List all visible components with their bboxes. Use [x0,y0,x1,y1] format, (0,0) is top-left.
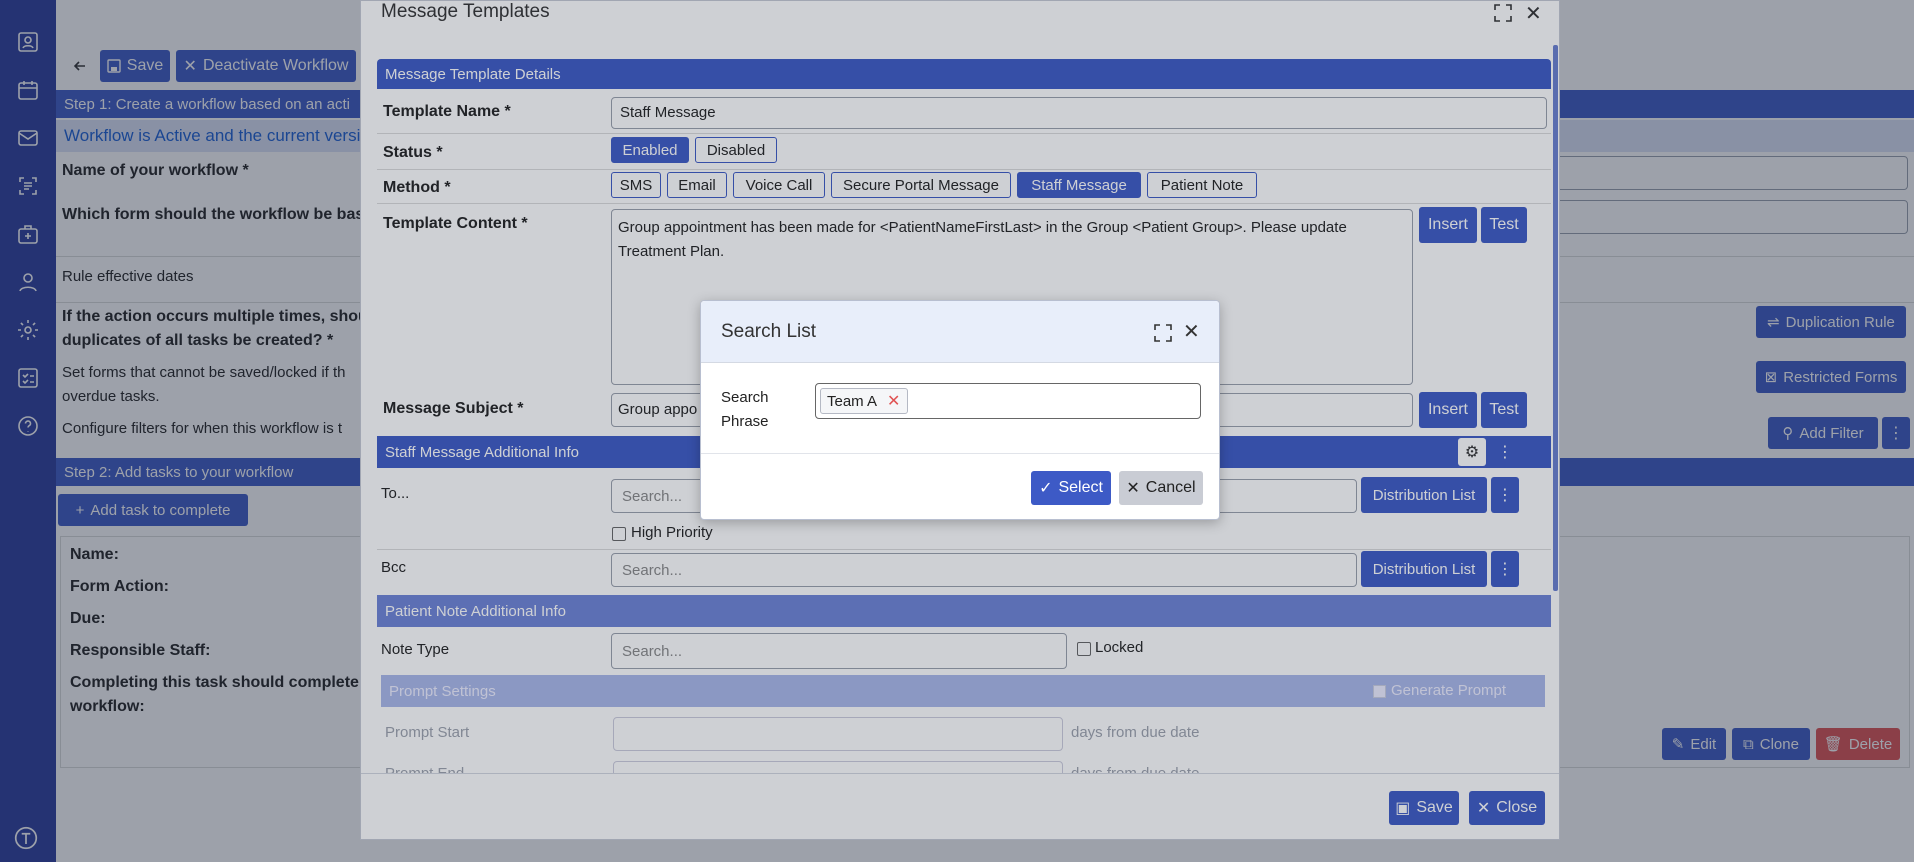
close-icon: ✕ [1126,480,1140,497]
tag-label: Team A [827,392,878,410]
search-phrase-label-line2: Phrase [721,413,769,430]
search-phrase-label-line1: Search [721,389,769,406]
check-icon: ✓ [1039,480,1053,497]
cancel-button[interactable]: ✕ Cancel [1119,471,1203,505]
search-list-title: Search List [721,321,817,342]
search-list-header: Search List ✕ [701,301,1219,363]
close-icon[interactable]: ✕ [1183,319,1200,344]
search-list-dialog: Search List ✕ Search Phrase Team A ✕ ✓ S… [700,300,1220,520]
tag-chip: Team A ✕ [820,388,908,414]
select-button[interactable]: ✓ Select [1031,471,1111,505]
search-phrase-input[interactable]: Team A ✕ [815,383,1201,419]
maximize-icon[interactable] [1153,323,1173,343]
remove-tag-icon[interactable]: ✕ [887,391,900,411]
